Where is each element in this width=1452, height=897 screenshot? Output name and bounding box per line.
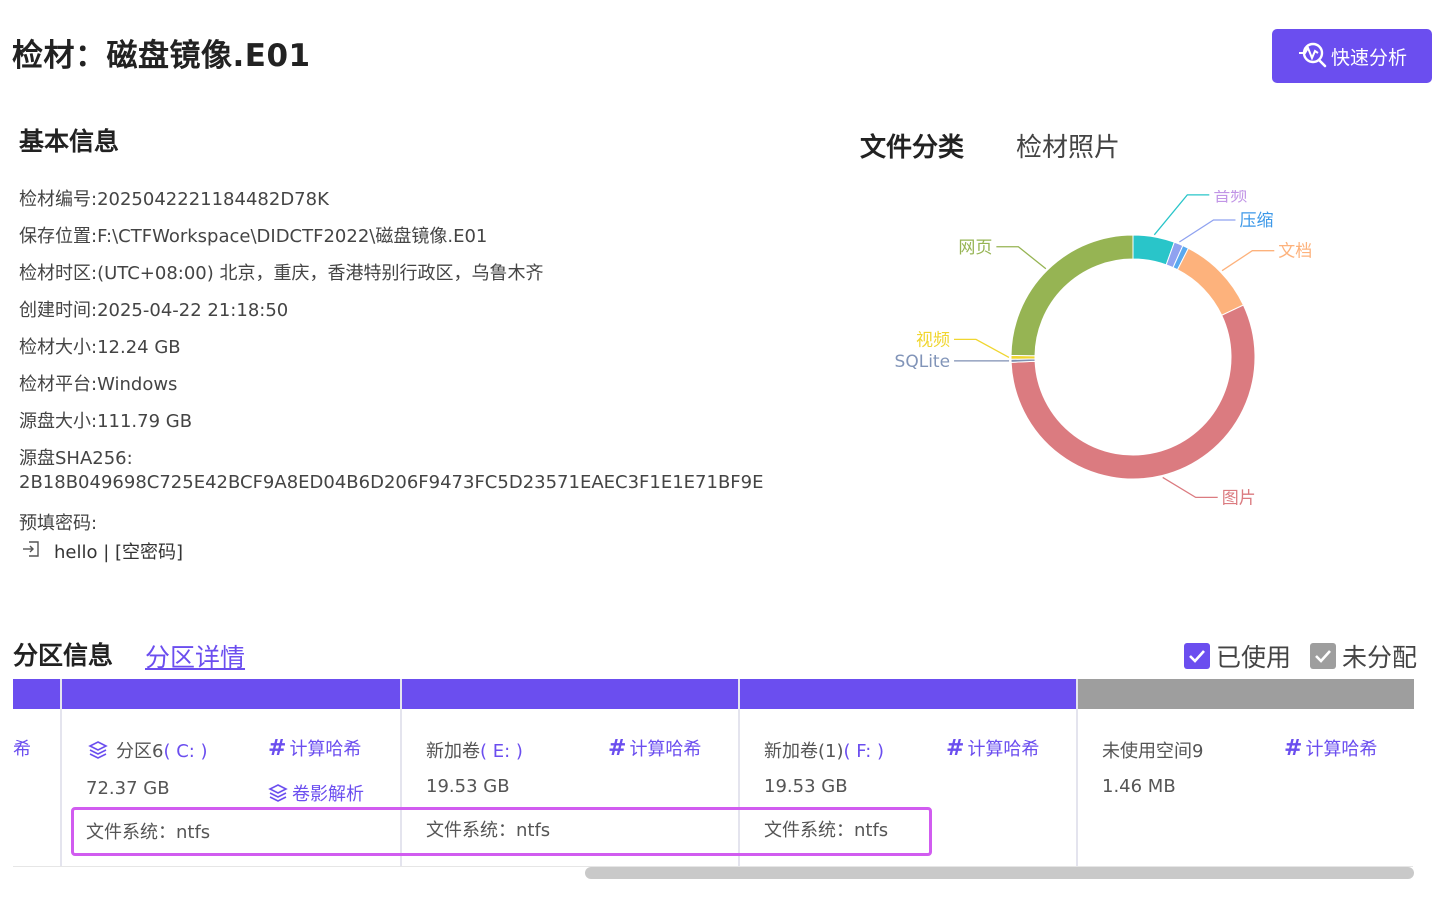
donut-slice-网页[interactable] <box>1010 234 1134 357</box>
info-row-location: 保存位置:F:\CTFWorkspace\DIDCTF2022\磁盘镜像.E01 <box>19 226 488 247</box>
donut-label: 图片 <box>1222 488 1256 508</box>
compute-hash-button-unallocated[interactable]: # 计算哈希 <box>1284 735 1377 761</box>
checkbox-checked-icon[interactable] <box>1310 643 1336 669</box>
partition-name-unallocated: 未使用空间9 <box>1102 741 1204 762</box>
password-value: hello | [空密码] <box>54 542 184 563</box>
login-arrow-icon <box>22 540 40 563</box>
partition-bar-c <box>62 679 400 709</box>
partition-bar-e <box>402 679 738 709</box>
hash-icon: # <box>268 736 287 761</box>
partition-size-f: 19.53 GB <box>764 776 848 797</box>
legend-used-label: 已使用 <box>1216 643 1292 672</box>
layers-icon <box>268 783 288 808</box>
hash-icon: # <box>946 736 965 761</box>
tab-file-category[interactable]: 文件分类 <box>860 127 964 164</box>
partition-name-c: 分区6( C: ) <box>88 737 208 765</box>
shadow-copy-button-c[interactable]: 卷影解析 <box>268 780 364 808</box>
label-leader-line <box>1153 194 1210 236</box>
compute-hash-button-c[interactable]: # 计算哈希 <box>268 735 361 761</box>
basic-info-heading: 基本信息 <box>19 127 120 156</box>
partition-bar-prev <box>13 679 60 709</box>
label-leader-line <box>1162 476 1218 499</box>
partition-heading: 分区信息 <box>13 641 114 670</box>
partition-bar-f <box>740 679 1076 709</box>
donut-label: 视频 <box>916 330 950 350</box>
quick-analyze-button[interactable]: 快速分析 <box>1272 29 1432 83</box>
divider <box>60 679 62 867</box>
file-category-donut-chart: 音频压缩文档图片 SQLite视频 网页 <box>895 190 1313 508</box>
compute-hash-button-e[interactable]: # 计算哈希 <box>608 735 701 761</box>
info-row-id: 检材编号:2025042221184482D78K <box>19 189 329 210</box>
partition-name-f: 新加卷(1)( F: ) <box>764 741 885 762</box>
legend-unallocated-label: 未分配 <box>1342 643 1418 672</box>
partition-detail-link[interactable]: 分区详情 <box>145 638 245 674</box>
partition-name-e: 新加卷( E: ) <box>426 741 523 762</box>
hash-link-fragment[interactable]: 希 <box>13 735 31 761</box>
compute-hash-button-f[interactable]: # 计算哈希 <box>946 735 1039 761</box>
password-label: 预填密码: <box>19 513 98 534</box>
analyze-icon <box>1297 40 1327 73</box>
info-row-timezone: 检材时区:(UTC+08:00) 北京，重庆，香港特别行政区，乌鲁木齐 <box>19 263 544 284</box>
donut-label: 压缩 <box>1239 211 1273 231</box>
password-entry: hello | [空密码] <box>22 538 183 564</box>
donut-label: 网页 <box>958 238 992 258</box>
quick-analyze-label: 快速分析 <box>1330 46 1407 69</box>
hash-icon: # <box>1284 736 1303 761</box>
partition-size-unallocated: 1.46 MB <box>1102 776 1176 797</box>
horizontal-scrollbar[interactable] <box>585 867 1414 879</box>
donut-slice-文档[interactable] <box>1176 247 1245 316</box>
label-leader-line <box>1221 250 1275 272</box>
checkbox-checked-icon[interactable] <box>1184 643 1210 669</box>
legend-used[interactable]: 已使用 <box>1184 638 1291 674</box>
info-row-source-size: 源盘大小:111.79 GB <box>19 411 193 432</box>
sha-value: 2B18B049698C725E42BCF9A8ED04B6D206F9473F… <box>19 472 764 493</box>
hash-icon: # <box>608 736 627 761</box>
legend-unallocated[interactable]: 未分配 <box>1310 638 1417 674</box>
info-row-platform: 检材平台:Windows <box>19 374 178 395</box>
donut-label: 音频 <box>1213 190 1247 206</box>
donut-label: 文档 <box>1278 242 1312 262</box>
page-title: 检材：磁盘镜像.E01 <box>12 38 311 74</box>
sha-label: 源盘SHA256: <box>19 448 133 469</box>
partition-size-e: 19.53 GB <box>426 776 510 797</box>
partition-bar-unallocated <box>1078 679 1414 709</box>
partition-size-c: 72.37 GB <box>86 778 170 799</box>
donut-label: SQLite <box>895 352 951 372</box>
label-leader-line <box>996 246 1047 270</box>
donut-slice-图片[interactable] <box>1010 304 1256 480</box>
divider <box>1076 679 1078 867</box>
info-row-size: 检材大小:12.24 GB <box>19 337 181 358</box>
filesystem-highlight-box <box>71 807 932 856</box>
label-leader-line <box>1179 219 1236 243</box>
label-leader-line <box>954 338 1010 358</box>
tab-evidence-photos[interactable]: 检材照片 <box>1016 127 1120 164</box>
info-row-created: 创建时间:2025-04-22 21:18:50 <box>19 300 289 321</box>
layers-icon <box>88 740 108 765</box>
